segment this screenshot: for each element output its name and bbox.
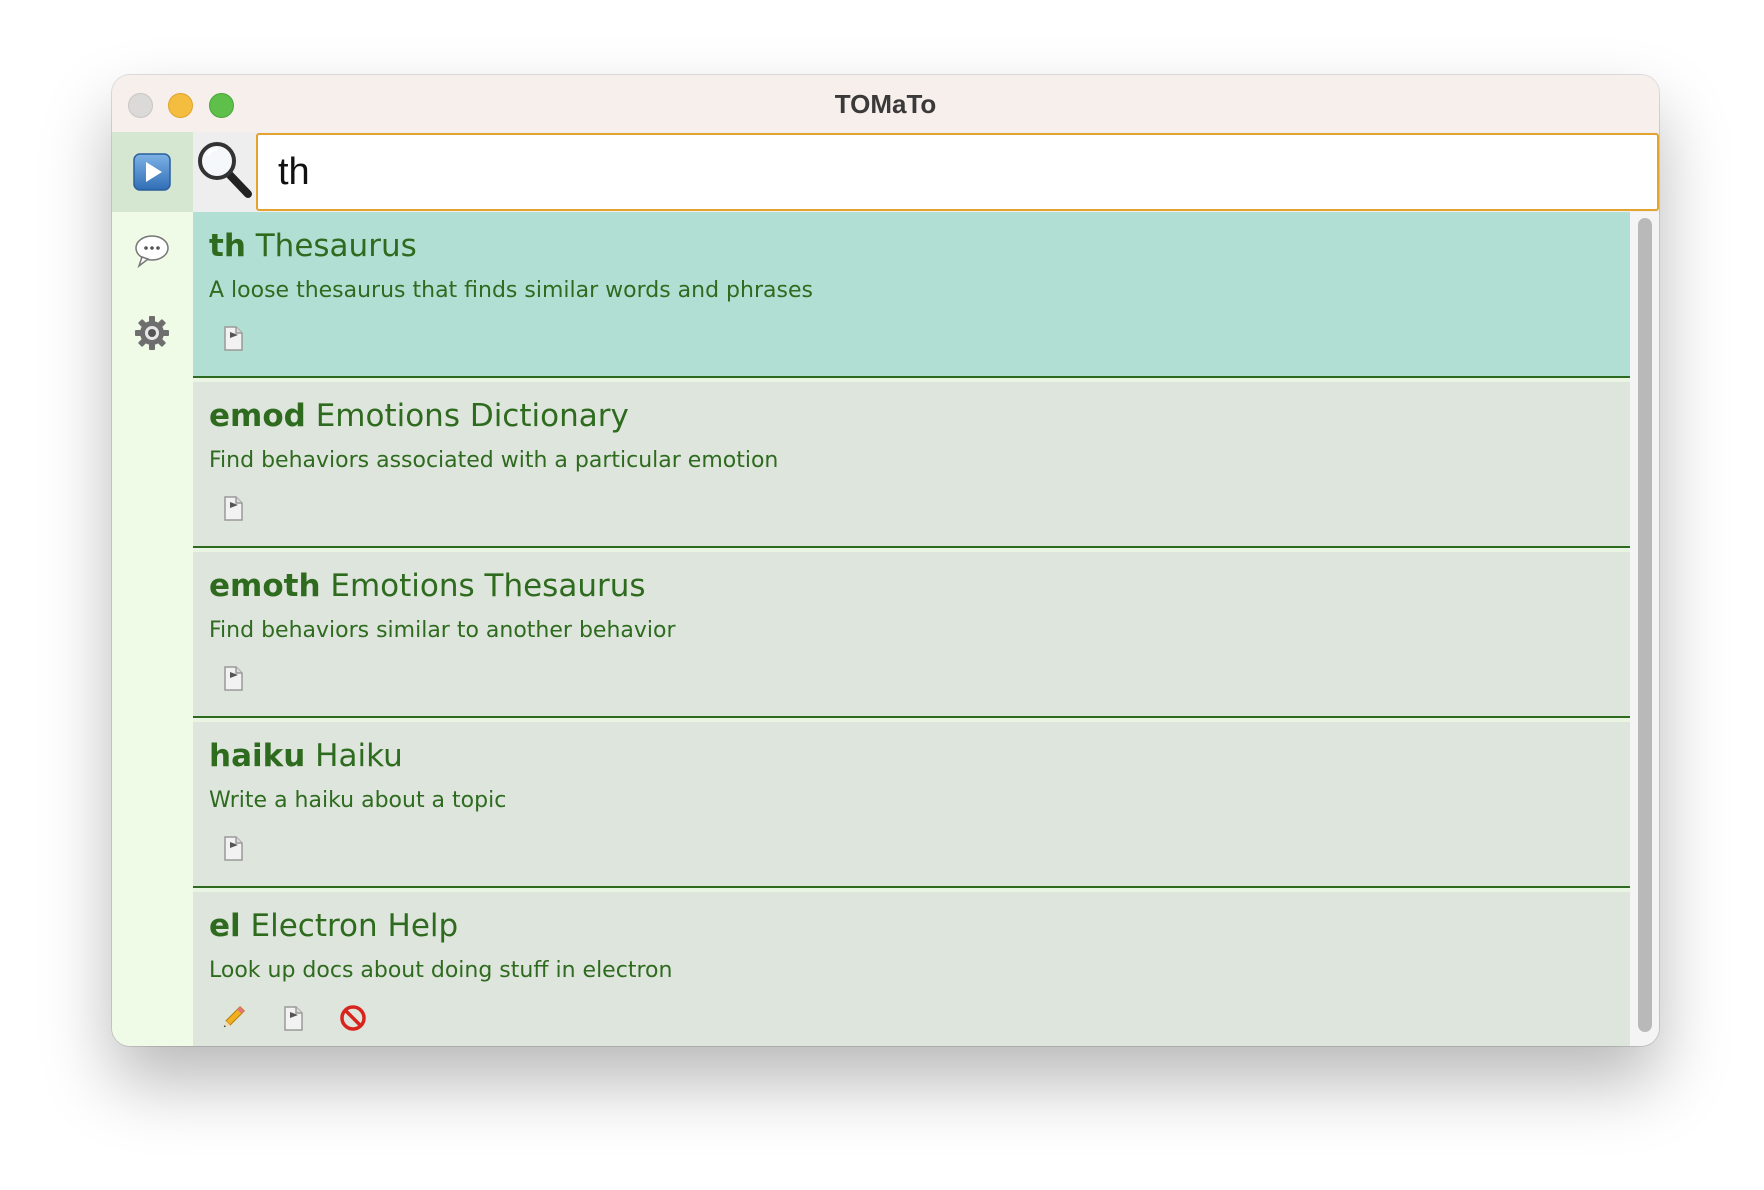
result-name: Electron Help [250, 908, 459, 944]
result-item[interactable]: el Electron Help Look up docs about doing… [193, 892, 1630, 1046]
result-name: Haiku [315, 738, 403, 774]
result-actions [217, 492, 249, 524]
title-bar: TOMaTo [112, 75, 1659, 133]
pencil-icon[interactable] [217, 1002, 249, 1034]
document-icon[interactable] [217, 662, 249, 694]
result-keyword: el [209, 908, 241, 944]
result-description: A loose thesaurus that finds similar wor… [209, 278, 813, 303]
sidebar [112, 132, 193, 1046]
search-icon [193, 138, 255, 200]
app-window: TOMaTo th th Thesaurus A loose thesaurus… [112, 75, 1659, 1046]
result-item[interactable]: haiku Haiku Write a haiku about a topic [193, 722, 1630, 888]
gear-icon[interactable] [133, 314, 171, 352]
play-icon[interactable] [133, 153, 171, 191]
scrollbar-thumb[interactable] [1638, 218, 1652, 1032]
result-keyword: haiku [209, 738, 306, 774]
document-icon[interactable] [277, 1002, 309, 1034]
result-keyword: th [209, 228, 246, 264]
result-description: Find behaviors similar to another behavi… [209, 618, 676, 643]
result-actions [217, 1002, 369, 1034]
result-title: el Electron Help [209, 908, 458, 944]
result-name: Emotions Thesaurus [330, 568, 646, 604]
chat-bubble-icon[interactable] [133, 232, 171, 270]
result-name: Emotions Dictionary [315, 398, 629, 434]
result-item[interactable]: emod Emotions Dictionary Find behaviors a… [193, 382, 1630, 548]
result-keyword: emod [209, 398, 306, 434]
result-keyword: emoth [209, 568, 321, 604]
result-description: Write a haiku about a topic [209, 788, 507, 813]
scrollbar[interactable] [1630, 212, 1659, 1046]
results-list: th Thesaurus A loose thesaurus that finds… [193, 212, 1659, 1046]
search-input[interactable] [256, 133, 1659, 211]
result-actions [217, 662, 249, 694]
result-title: emoth Emotions Thesaurus [209, 568, 646, 604]
result-actions [217, 832, 249, 864]
document-icon[interactable] [217, 492, 249, 524]
result-description: Find behaviors associated with a particu… [209, 448, 779, 473]
result-item[interactable]: emoth Emotions Thesaurus Find behaviors s… [193, 552, 1630, 718]
document-icon[interactable] [217, 832, 249, 864]
result-actions [217, 322, 249, 354]
result-item[interactable]: th Thesaurus A loose thesaurus that finds… [193, 212, 1630, 378]
prohibited-icon[interactable] [337, 1002, 369, 1034]
result-name: Thesaurus [255, 228, 417, 264]
window-title: TOMaTo [834, 89, 937, 119]
result-title: haiku Haiku [209, 738, 403, 774]
document-icon[interactable] [217, 322, 249, 354]
result-title: emod Emotions Dictionary [209, 398, 629, 434]
search-bar [193, 132, 1659, 212]
result-title: th Thesaurus [209, 228, 417, 264]
result-description: Look up docs about doing stuff in electr… [209, 958, 673, 983]
